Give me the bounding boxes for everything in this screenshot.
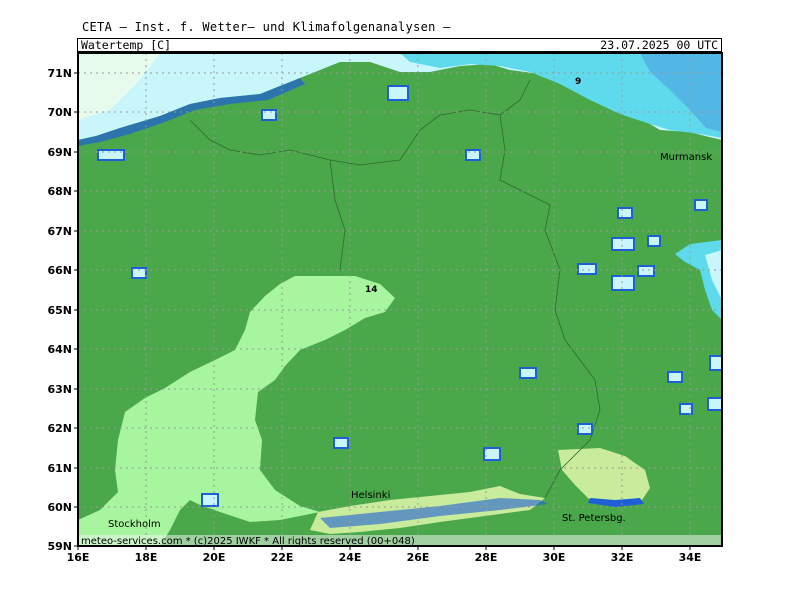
city-label-helsinki: Helsinki bbox=[351, 490, 390, 501]
lat-label-67n: 67N bbox=[47, 225, 72, 238]
lat-label-68n: 68N bbox=[47, 185, 72, 198]
lat-label-65n: 65N bbox=[47, 304, 72, 317]
contour-label-9: 9 bbox=[575, 77, 581, 87]
lon-label-34e: 34E bbox=[679, 551, 702, 564]
lat-label-64n: 64N bbox=[47, 343, 72, 356]
lon-label-32e: 32E bbox=[611, 551, 634, 564]
lat-label-60n: 60N bbox=[47, 501, 72, 514]
city-label-st-petersburg: St. Petersbg. bbox=[562, 513, 626, 524]
lat-label-71n: 71N bbox=[47, 67, 72, 80]
lon-label-28e: 28E bbox=[475, 551, 498, 564]
lat-label-70n: 70N bbox=[47, 106, 72, 119]
city-label-murmansk: Murmansk bbox=[660, 152, 712, 163]
contour-label-14: 14 bbox=[365, 285, 378, 295]
lon-label-22e: 22E bbox=[271, 551, 294, 564]
lon-label-20e: 20E bbox=[203, 551, 226, 564]
lon-label-16e: 16E bbox=[67, 551, 90, 564]
lat-label-66n: 66N bbox=[47, 264, 72, 277]
lat-label-63n: 63N bbox=[47, 383, 72, 396]
city-label-stockholm: Stockholm bbox=[108, 519, 161, 530]
lat-label-69n: 69N bbox=[47, 146, 72, 159]
lon-label-24e: 24E bbox=[339, 551, 362, 564]
lon-label-30e: 30E bbox=[543, 551, 566, 564]
lat-label-61n: 61N bbox=[47, 462, 72, 475]
lon-label-26e: 26E bbox=[407, 551, 430, 564]
lat-label-62n: 62N bbox=[47, 422, 72, 435]
lon-label-18e: 18E bbox=[135, 551, 158, 564]
map: Murmansk Helsinki Stockholm St. Petersbg… bbox=[47, 52, 723, 564]
